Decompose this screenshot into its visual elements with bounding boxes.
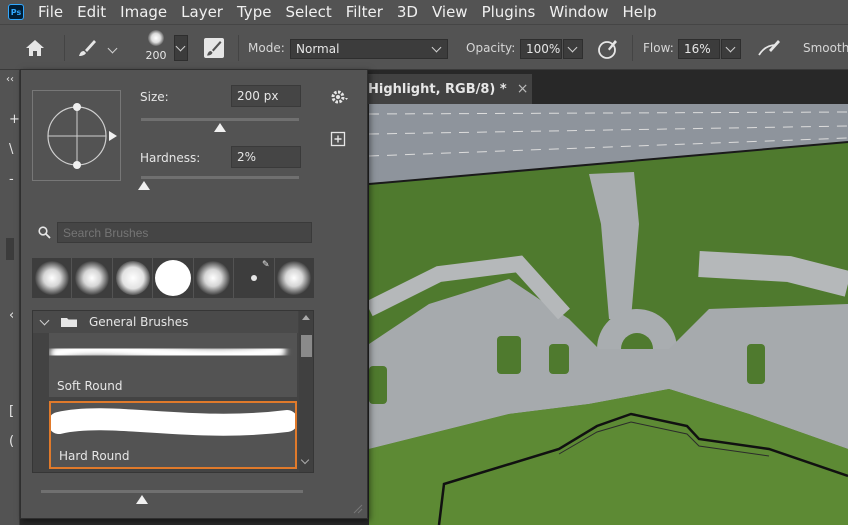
close-tab-icon[interactable]: × xyxy=(517,81,529,97)
smoothing-label: Smoothi xyxy=(803,41,848,55)
brush-name: Soft Round xyxy=(57,379,123,393)
opacity-label: Opacity: xyxy=(466,41,516,55)
brush-group-header[interactable]: General Brushes xyxy=(33,311,298,333)
tool-glyph-icon[interactable]: + xyxy=(9,112,20,127)
brush-tip-small-icon[interactable]: ✎ xyxy=(234,258,274,298)
options-bar: 200 Mode: Normal Opacity: 100% Flow: 16%… xyxy=(0,24,848,70)
brush-tip-soft-round-icon[interactable] xyxy=(193,258,234,298)
tool-glyph-icon[interactable]: [ xyxy=(9,404,14,419)
pressure-size-icon: ✎ xyxy=(261,260,270,270)
size-slider[interactable] xyxy=(141,118,299,121)
size-input[interactable]: 200 px xyxy=(231,85,301,107)
menu-help[interactable]: Help xyxy=(622,3,656,21)
size-slider-thumb[interactable] xyxy=(214,123,226,132)
menu-3d[interactable]: 3D xyxy=(397,3,418,21)
menu-layer[interactable]: Layer xyxy=(181,3,223,21)
brush-list-scrollbar[interactable] xyxy=(299,311,313,472)
chevron-down-icon xyxy=(39,315,50,325)
home-icon[interactable] xyxy=(24,38,46,58)
new-preset-icon[interactable] xyxy=(330,131,346,147)
search-brushes-input[interactable] xyxy=(57,222,312,243)
opacity-input[interactable]: 100% xyxy=(520,39,562,59)
aerial-map-image xyxy=(369,104,848,525)
recent-brush-tips: ✎ xyxy=(32,258,314,298)
brush-angle-preview[interactable] xyxy=(32,90,121,181)
tool-glyph-icon[interactable]: ‹ xyxy=(9,308,14,323)
brush-size-preview: 200 xyxy=(145,49,167,62)
hardness-label: Hardness: xyxy=(140,151,201,165)
collapse-icon[interactable]: ‹‹ xyxy=(6,74,14,85)
menu-plugins[interactable]: Plugins xyxy=(482,3,536,21)
chevron-down-icon xyxy=(725,42,736,53)
scroll-up-icon[interactable] xyxy=(302,315,310,320)
menu-file[interactable]: File xyxy=(38,3,63,21)
mode-label: Mode: xyxy=(248,41,285,55)
active-tool-indicator[interactable] xyxy=(6,238,14,260)
menu-image[interactable]: Image xyxy=(120,3,167,21)
brush-preset-panel: Size: 200 px Hardness: 2% ✎ xyxy=(20,69,368,519)
search-icon xyxy=(38,226,51,239)
mode-select[interactable]: Normal xyxy=(290,39,448,59)
brush-tip-soft-round-icon[interactable] xyxy=(32,258,72,298)
soft-round-stroke-preview xyxy=(50,342,286,362)
brush-settings-icon[interactable] xyxy=(203,37,225,59)
folder-icon xyxy=(61,318,77,327)
brush-list: General Brushes Soft Round Hard Round xyxy=(32,310,314,473)
chevron-down-icon xyxy=(431,42,442,53)
brush-tip-soft-round-icon[interactable] xyxy=(72,258,112,298)
tool-glyph-icon[interactable]: \ xyxy=(9,142,13,157)
flow-dropdown[interactable] xyxy=(721,39,741,59)
brush-picker-dropdown[interactable] xyxy=(174,35,188,61)
chevron-down-icon xyxy=(175,41,186,52)
size-label: Size: xyxy=(140,90,169,104)
preview-size-slider[interactable] xyxy=(41,490,303,493)
menu-filter[interactable]: Filter xyxy=(346,3,383,21)
brush-tip-soft-round-icon[interactable] xyxy=(112,258,153,298)
airbrush-icon[interactable] xyxy=(756,37,782,61)
flow-input[interactable]: 16% xyxy=(678,39,720,59)
mode-value: Normal xyxy=(296,42,340,56)
menu-type[interactable]: Type xyxy=(237,3,271,21)
document-title: Highlight, RGB/8) * xyxy=(368,81,507,97)
brush-angle-roundness-icon xyxy=(47,103,117,169)
brush-name: Hard Round xyxy=(59,449,130,463)
preview-size-slider-thumb[interactable] xyxy=(136,495,148,504)
hardness-input[interactable]: 2% xyxy=(231,146,301,168)
photoshop-logo[interactable]: Ps xyxy=(8,4,24,20)
tool-preset-chevron-icon[interactable] xyxy=(107,43,118,54)
brush-tip-preview-icon xyxy=(148,30,164,46)
hardness-slider[interactable] xyxy=(141,176,299,179)
tools-strip: ‹‹ + \ - ‹ [ ( xyxy=(0,70,20,525)
chevron-down-icon xyxy=(567,42,578,53)
tool-glyph-icon[interactable]: - xyxy=(9,172,14,187)
brush-icon[interactable] xyxy=(76,38,98,58)
tool-glyph-icon[interactable]: ( xyxy=(9,434,14,449)
brush-item-soft-round[interactable]: Soft Round xyxy=(49,333,297,397)
menu-window[interactable]: Window xyxy=(549,3,608,21)
hard-round-stroke-preview xyxy=(51,408,295,436)
scroll-down-icon[interactable] xyxy=(300,455,310,465)
menu-bar: Ps File Edit Image Layer Type Select Fil… xyxy=(0,0,848,24)
brush-item-hard-round[interactable]: Hard Round xyxy=(49,401,297,469)
brush-group-name: General Brushes xyxy=(89,315,189,329)
brush-preset-picker[interactable]: 200 xyxy=(142,30,170,62)
hardness-slider-thumb[interactable] xyxy=(138,181,151,190)
menu-view[interactable]: View xyxy=(432,3,468,21)
pressure-opacity-icon[interactable] xyxy=(596,37,620,61)
brush-tip-soft-round-icon[interactable] xyxy=(274,258,314,298)
scrollbar-thumb[interactable] xyxy=(301,335,312,357)
resize-grip-icon[interactable] xyxy=(351,502,363,514)
brush-tip-hard-round-icon[interactable] xyxy=(153,258,193,298)
menu-edit[interactable]: Edit xyxy=(77,3,106,21)
flow-label: Flow: xyxy=(643,41,674,55)
opacity-dropdown[interactable] xyxy=(563,39,583,59)
menu-select[interactable]: Select xyxy=(285,3,331,21)
document-tab[interactable]: Highlight, RGB/8) * × xyxy=(360,74,532,104)
gear-icon[interactable] xyxy=(330,89,350,105)
